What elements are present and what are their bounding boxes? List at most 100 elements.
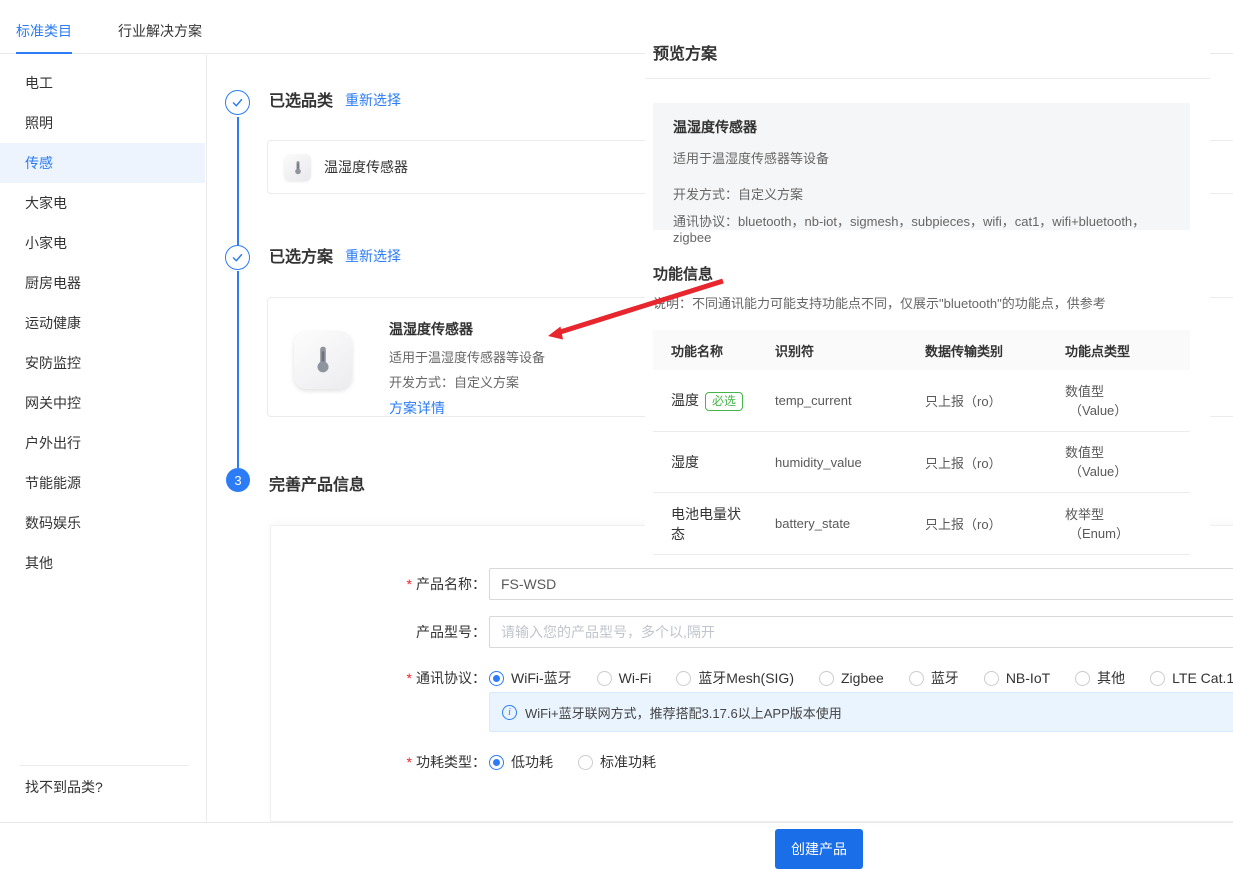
- info-icon: i: [502, 705, 517, 720]
- step1-check-circle: [225, 90, 250, 115]
- radio-selected-icon[interactable]: [489, 671, 504, 686]
- cell-function-name: 湿度: [653, 452, 775, 472]
- step3-number: 3: [234, 473, 241, 488]
- sidebar-footer-divider: [20, 765, 189, 766]
- sidebar-item-digital-entertainment[interactable]: 数码娱乐: [0, 503, 205, 543]
- table-row: 温度必选 temp_current 只上报（ro） 数值型（Value）: [653, 370, 1190, 432]
- cell-dp-type: 枚举型（Enum）: [1065, 505, 1190, 543]
- tab-active-underline: [16, 52, 72, 54]
- radio-selected-icon[interactable]: [489, 755, 504, 770]
- step2-check-circle: [225, 245, 250, 270]
- protocol-option-other[interactable]: 其他: [1075, 668, 1125, 688]
- step2-title: 已选方案: [269, 243, 333, 267]
- power-option-standard[interactable]: 标准功耗: [578, 752, 656, 772]
- solution-info: 温湿度传感器 适用于温湿度传感器等设备 开发方式：自定义方案 方案详情: [389, 319, 545, 418]
- protocol-option-label: Zigbee: [841, 670, 884, 686]
- protocol-option-ble[interactable]: 蓝牙: [909, 668, 959, 688]
- solution-dev-mode: 开发方式：自定义方案: [389, 372, 545, 391]
- protocol-option-zigbee[interactable]: Zigbee: [819, 670, 884, 686]
- radio-icon[interactable]: [819, 671, 834, 686]
- protocol-option-label: 蓝牙: [931, 668, 959, 688]
- protocol-hint-banner: i WiFi+蓝牙联网方式，推荐搭配3.17.6以上APP版本使用: [489, 692, 1233, 732]
- product-model-label: 产品型号：: [271, 616, 486, 648]
- dp-type-code: （Enum）: [1065, 524, 1190, 543]
- sidebar-item-security-monitor[interactable]: 安防监控: [0, 343, 205, 383]
- required-mark: *: [407, 754, 412, 770]
- power-radio-group: 低功耗 标准功耗: [489, 746, 1233, 778]
- col-function-name: 功能名称: [653, 341, 775, 360]
- power-option-label: 标准功耗: [600, 752, 656, 772]
- step2-reselect-link[interactable]: 重新选择: [345, 246, 401, 266]
- step-connector-2: [237, 271, 239, 468]
- function-info-title: 功能信息: [653, 263, 713, 284]
- sidebar-item-kitchen-appliance[interactable]: 厨房电器: [0, 263, 205, 303]
- radio-icon[interactable]: [676, 671, 691, 686]
- preview-drawer: 预览方案 温湿度传感器 适用于温湿度传感器等设备 开发方式：自定义方案 通讯协议…: [645, 0, 1210, 558]
- required-mark: *: [407, 670, 412, 686]
- function-table-header: 功能名称 识别符 数据传输类别 功能点类型: [653, 330, 1190, 370]
- protocol-option-label: NB-IoT: [1006, 670, 1050, 686]
- category-sidebar: 电工 照明 传感 大家电 小家电 厨房电器 运动健康 安防监控 网关中控 户外出…: [0, 55, 207, 822]
- radio-icon[interactable]: [909, 671, 924, 686]
- sidebar-item-gateway[interactable]: 网关中控: [0, 383, 205, 423]
- cell-transfer-type: 只上报（ro）: [925, 514, 1065, 533]
- footer-divider: [0, 822, 1233, 823]
- protocol-option-nbiot[interactable]: NB-IoT: [984, 670, 1050, 686]
- sidebar-item-large-appliance[interactable]: 大家电: [0, 183, 205, 223]
- col-transfer-type: 数据传输类别: [925, 341, 1065, 360]
- step3-title: 完善产品信息: [269, 471, 365, 495]
- sidebar-item-sensor[interactable]: 传感: [0, 143, 205, 183]
- function-name: 湿度: [671, 454, 699, 470]
- protocol-option-wifi-ble[interactable]: WiFi-蓝牙: [489, 668, 572, 688]
- protocol-option-lte-cat1[interactable]: LTE Cat.1: [1150, 670, 1233, 686]
- radio-icon[interactable]: [1150, 671, 1165, 686]
- sidebar-item-outdoor[interactable]: 户外出行: [0, 423, 205, 463]
- check-icon: [231, 96, 244, 109]
- protocol-label-text: 通讯协议：: [416, 670, 486, 686]
- product-name-input[interactable]: [489, 568, 1233, 600]
- protocol-option-label: Wi-Fi: [619, 670, 652, 686]
- col-dp-type: 功能点类型: [1065, 341, 1190, 360]
- tab-industry-label: 行业解决方案: [118, 23, 202, 39]
- function-name: 温度: [671, 392, 699, 408]
- protocol-option-label: 蓝牙Mesh(SIG): [698, 668, 794, 688]
- sidebar-item-small-appliance[interactable]: 小家电: [0, 223, 205, 263]
- step1-title: 已选品类: [269, 87, 333, 111]
- sidebar-item-others[interactable]: 其他: [0, 543, 205, 583]
- cell-function-name: 电池电量状态: [653, 504, 775, 544]
- step1-reselect-link[interactable]: 重新选择: [345, 90, 401, 110]
- sidebar-item-lighting[interactable]: 照明: [0, 103, 205, 143]
- cannot-find-category-link[interactable]: 找不到品类?: [25, 767, 103, 807]
- radio-icon[interactable]: [1075, 671, 1090, 686]
- product-model-input[interactable]: [489, 616, 1233, 648]
- table-row: 电池电量状态 battery_state 只上报（ro） 枚举型（Enum）: [653, 493, 1190, 555]
- cell-function-name: 温度必选: [653, 390, 775, 411]
- radio-icon[interactable]: [984, 671, 999, 686]
- radio-icon[interactable]: [597, 671, 612, 686]
- product-name-label-text: 产品名称：: [416, 576, 486, 592]
- sidebar-item-sport-health[interactable]: 运动健康: [0, 303, 205, 343]
- protocol-option-ble-mesh[interactable]: 蓝牙Mesh(SIG): [676, 668, 794, 688]
- step-connector-1: [237, 117, 239, 245]
- check-icon: [231, 251, 244, 264]
- cell-identifier: humidity_value: [775, 455, 925, 470]
- tab-industry-solution[interactable]: 行业解决方案: [118, 21, 202, 41]
- power-option-label: 低功耗: [511, 752, 553, 772]
- function-name: 电池电量状态: [671, 506, 741, 542]
- function-table: 功能名称 识别符 数据传输类别 功能点类型 温度必选 temp_current …: [653, 330, 1190, 555]
- tab-standard-category[interactable]: 标准类目: [16, 21, 72, 41]
- function-info-note: 说明：不同通讯能力可能支持功能点不同，仅展示"bluetooth"的功能点，供参…: [653, 293, 1106, 312]
- radio-icon[interactable]: [578, 755, 593, 770]
- solution-desc: 适用于温湿度传感器等设备: [389, 347, 545, 366]
- product-name-label: *产品名称：: [271, 568, 486, 600]
- summary-name: 温湿度传感器: [673, 117, 1170, 137]
- sidebar-item-electrical[interactable]: 电工: [0, 63, 205, 103]
- solution-summary-box: 温湿度传感器 适用于温湿度传感器等设备 开发方式：自定义方案 通讯协议：blue…: [653, 103, 1190, 230]
- power-option-low[interactable]: 低功耗: [489, 752, 553, 772]
- create-product-button[interactable]: 创建产品: [775, 829, 863, 869]
- sidebar-item-energy[interactable]: 节能能源: [0, 463, 205, 503]
- thermometer-icon: [294, 331, 352, 389]
- solution-detail-link[interactable]: 方案详情: [389, 398, 545, 418]
- product-info-form: *产品名称： 产品型号： *通讯协议： WiFi-蓝牙 Wi-Fi 蓝牙Mesh…: [270, 525, 1233, 822]
- protocol-option-wifi[interactable]: Wi-Fi: [597, 670, 652, 686]
